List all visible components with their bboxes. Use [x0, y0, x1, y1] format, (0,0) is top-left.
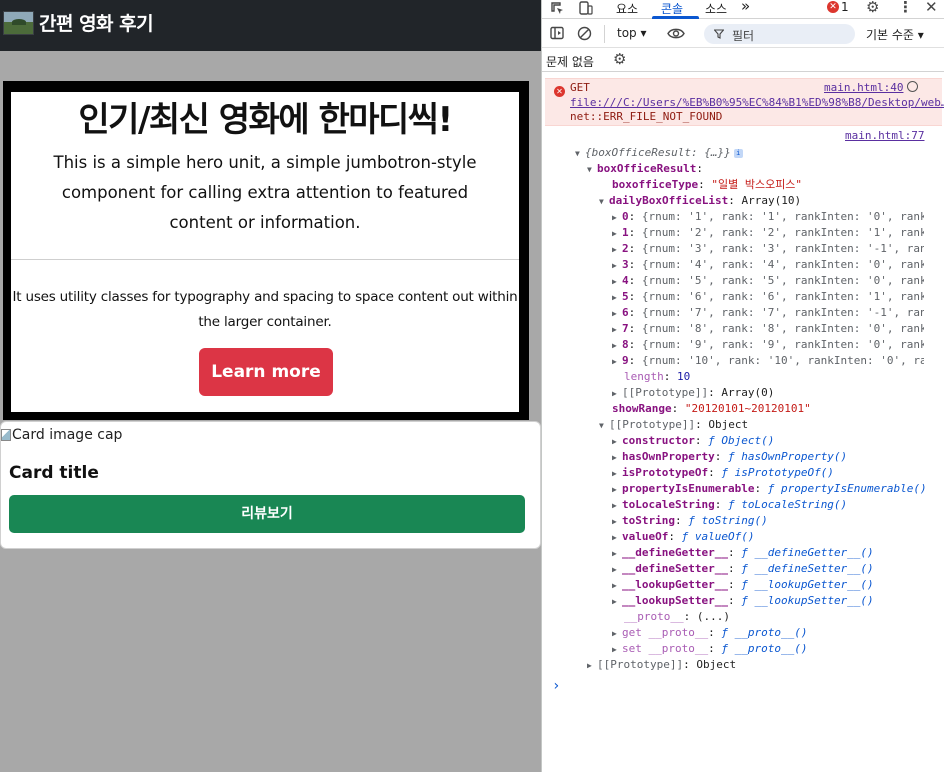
hero-lead: This is a simple hero unit, a simple jum…	[53, 153, 477, 232]
tree-get-proto[interactable]: ▶ get __proto__: ƒ __proto__()	[612, 625, 807, 641]
daily-list-item[interactable]: ▶ 9: {rnum: '10', rank: '10', rankInten: …	[612, 353, 924, 369]
tree-set-proto[interactable]: ▶ set __proto__: ƒ __proto__()	[612, 641, 807, 657]
live-expression-eye-icon[interactable]	[667, 27, 685, 40]
error-badge-icon[interactable]: ✕	[827, 1, 839, 13]
sidebar-toggle-icon[interactable]	[550, 26, 565, 41]
tree-dailyBoxOfficeList[interactable]: ▼ dailyBoxOfficeList: Array(10)	[599, 193, 801, 209]
error-icon: ✕	[554, 86, 565, 97]
tree-length: length: 10	[624, 370, 691, 383]
clear-console-icon[interactable]	[577, 26, 592, 41]
prototype-member[interactable]: ▶ valueOf: ƒ valueOf()	[612, 529, 942, 545]
console-toolbar: top ▾ 필터 기본 수준 ▾	[542, 20, 944, 48]
daily-list-item[interactable]: ▶ 5: {rnum: '6', rank: '6', rankInten: '1…	[612, 289, 924, 305]
daily-list-item[interactable]: ▶ 0: {rnum: '1', rank: '1', rankInten: '0…	[612, 209, 924, 225]
daily-list-item[interactable]: ▶ 6: {rnum: '7', rank: '7', rankInten: '-…	[612, 305, 924, 321]
error-count[interactable]: 1	[841, 0, 849, 14]
card-image: Card image cap	[1, 427, 122, 443]
info-icon: i	[733, 148, 743, 158]
issues-status[interactable]: 문제 없음	[546, 53, 594, 70]
tab-sources[interactable]: 소스	[705, 0, 727, 17]
prototype-member[interactable]: ▶ toString: ƒ toString()	[612, 513, 942, 529]
prototype-member[interactable]: ▶ propertyIsEnumerable: ƒ propertyIsEnume…	[612, 481, 942, 497]
filter-input[interactable]: 필터	[704, 24, 855, 44]
site-logo[interactable]	[3, 11, 34, 35]
tree-root-prototype[interactable]: ▶ [[Prototype]]: Object	[587, 657, 736, 673]
console-settings-gear-icon[interactable]: ⚙	[613, 50, 626, 68]
network-globe-icon[interactable]	[907, 81, 918, 92]
inspect-element-icon[interactable]	[550, 1, 565, 16]
daily-list-item[interactable]: ▶ 7: {rnum: '8', rank: '8', rankInten: '0…	[612, 321, 924, 337]
console-output: ✕ GET main.html:40 file:///C:/Users/%EB%…	[542, 73, 944, 772]
navbar: 간편 영화 후기	[0, 0, 541, 51]
gear-icon[interactable]: ⚙	[866, 0, 879, 16]
card-title: Card title	[9, 463, 99, 483]
prototype-member[interactable]: ▶ __lookupGetter__: ƒ __lookupGetter__()	[612, 577, 942, 593]
navbar-brand[interactable]: 간편 영화 후기	[39, 9, 154, 36]
console-prompt[interactable]: ›	[552, 678, 560, 694]
log-level-selector[interactable]: 기본 수준 ▾	[866, 26, 924, 43]
page-viewport: 간편 영화 후기 인기/최신 영화에 한마디씩! This is a simpl…	[0, 0, 541, 772]
prototype-member[interactable]: ▶ __defineGetter__: ƒ __defineGetter__()	[612, 545, 942, 561]
error-url-link[interactable]: file:///C:/Users/%EB%B0%95%EC%84%B1%ED%9…	[570, 96, 944, 109]
prototype-member[interactable]: ▶ isPrototypeOf: ƒ isPrototypeOf()	[612, 465, 942, 481]
devtools-tab-bar: 요소 콘솔 소스 » ✕ 1 ⚙ ⋮ ✕	[542, 0, 944, 19]
daily-list-item[interactable]: ▶ 8: {rnum: '9', rank: '9', rankInten: '0…	[612, 337, 924, 353]
prototype-member[interactable]: ▶ __lookupSetter__: ƒ __lookupSetter__()	[612, 593, 942, 609]
close-icon[interactable]: ✕	[925, 0, 938, 16]
error-method: GET	[570, 81, 590, 94]
daily-list-item[interactable]: ▶ 2: {rnum: '3', rank: '3', rankInten: '-…	[612, 241, 924, 257]
movie-card: Card image cap Card title 리뷰보기	[0, 421, 541, 549]
more-tabs-icon[interactable]: »	[741, 0, 750, 15]
prototype-member[interactable]: ▶ constructor: ƒ Object()	[612, 433, 942, 449]
tab-console[interactable]: 콘솔	[661, 0, 683, 17]
object-root[interactable]: ▼ {boxOfficeResult: {…}} i	[575, 145, 743, 161]
view-reviews-button[interactable]: 리뷰보기	[9, 495, 525, 533]
hero-unit: 인기/최신 영화에 한마디씩! This is a simple hero un…	[11, 92, 519, 412]
broken-image-icon	[1, 429, 11, 441]
console-error-message: ✕ GET main.html:40 file:///C:/Users/%EB%…	[545, 78, 944, 126]
error-message: net::ERR_FILE_NOT_FOUND	[570, 110, 723, 123]
active-tab-indicator	[652, 16, 699, 19]
card-image-alt: Card image cap	[12, 427, 123, 443]
prototype-member[interactable]: ▶ hasOwnProperty: ƒ hasOwnProperty()	[612, 449, 942, 465]
error-source-link[interactable]: main.html:40	[824, 81, 903, 94]
filter-placeholder: 필터	[732, 29, 755, 43]
divider	[11, 259, 519, 260]
log-source-link[interactable]: main.html:77	[845, 129, 924, 142]
tree-showRange: showRange: "20120101~20120101"	[612, 402, 811, 415]
daily-list-item[interactable]: ▶ 3: {rnum: '4', rank: '4', rankInten: '0…	[612, 257, 924, 273]
tab-elements[interactable]: 요소	[616, 0, 638, 17]
device-toolbar-icon[interactable]	[579, 1, 593, 16]
filter-icon	[714, 29, 724, 39]
more-options-icon[interactable]: ⋮	[898, 0, 913, 16]
hero-subtext: It uses utility classes for typography a…	[12, 289, 518, 330]
daily-list-item[interactable]: ▶ 1: {rnum: '2', rank: '2', rankInten: '1…	[612, 225, 924, 241]
learn-more-button[interactable]: Learn more	[199, 348, 333, 396]
issues-bar: 문제 없음 ⚙	[542, 49, 944, 72]
prototype-member[interactable]: ▶ __defineSetter__: ƒ __defineSetter__()	[612, 561, 942, 577]
daily-list-item[interactable]: ▶ 4: {rnum: '5', rank: '5', rankInten: '0…	[612, 273, 924, 289]
tree-boxofficeType: boxofficeType: "일별 박스오피스"	[612, 178, 803, 191]
tree-proto[interactable]: __proto__: (...)	[624, 609, 730, 625]
context-selector[interactable]: top ▾	[617, 26, 647, 40]
devtools-panel: 요소 콘솔 소스 » ✕ 1 ⚙ ⋮ ✕ top ▾ 필터 기본 수준 ▾ 문제…	[542, 0, 944, 772]
hero-title: 인기/최신 영화에 한마디씩!	[78, 100, 453, 140]
prototype-member[interactable]: ▶ toLocaleString: ƒ toLocaleString()	[612, 497, 942, 513]
tree-object-prototype[interactable]: ▼ [[Prototype]]: Object	[599, 417, 748, 433]
tree-boxOfficeResult[interactable]: ▼ boxOfficeResult:	[587, 161, 703, 177]
tree-array-prototype[interactable]: ▶ [[Prototype]]: Array(0)	[612, 385, 774, 401]
